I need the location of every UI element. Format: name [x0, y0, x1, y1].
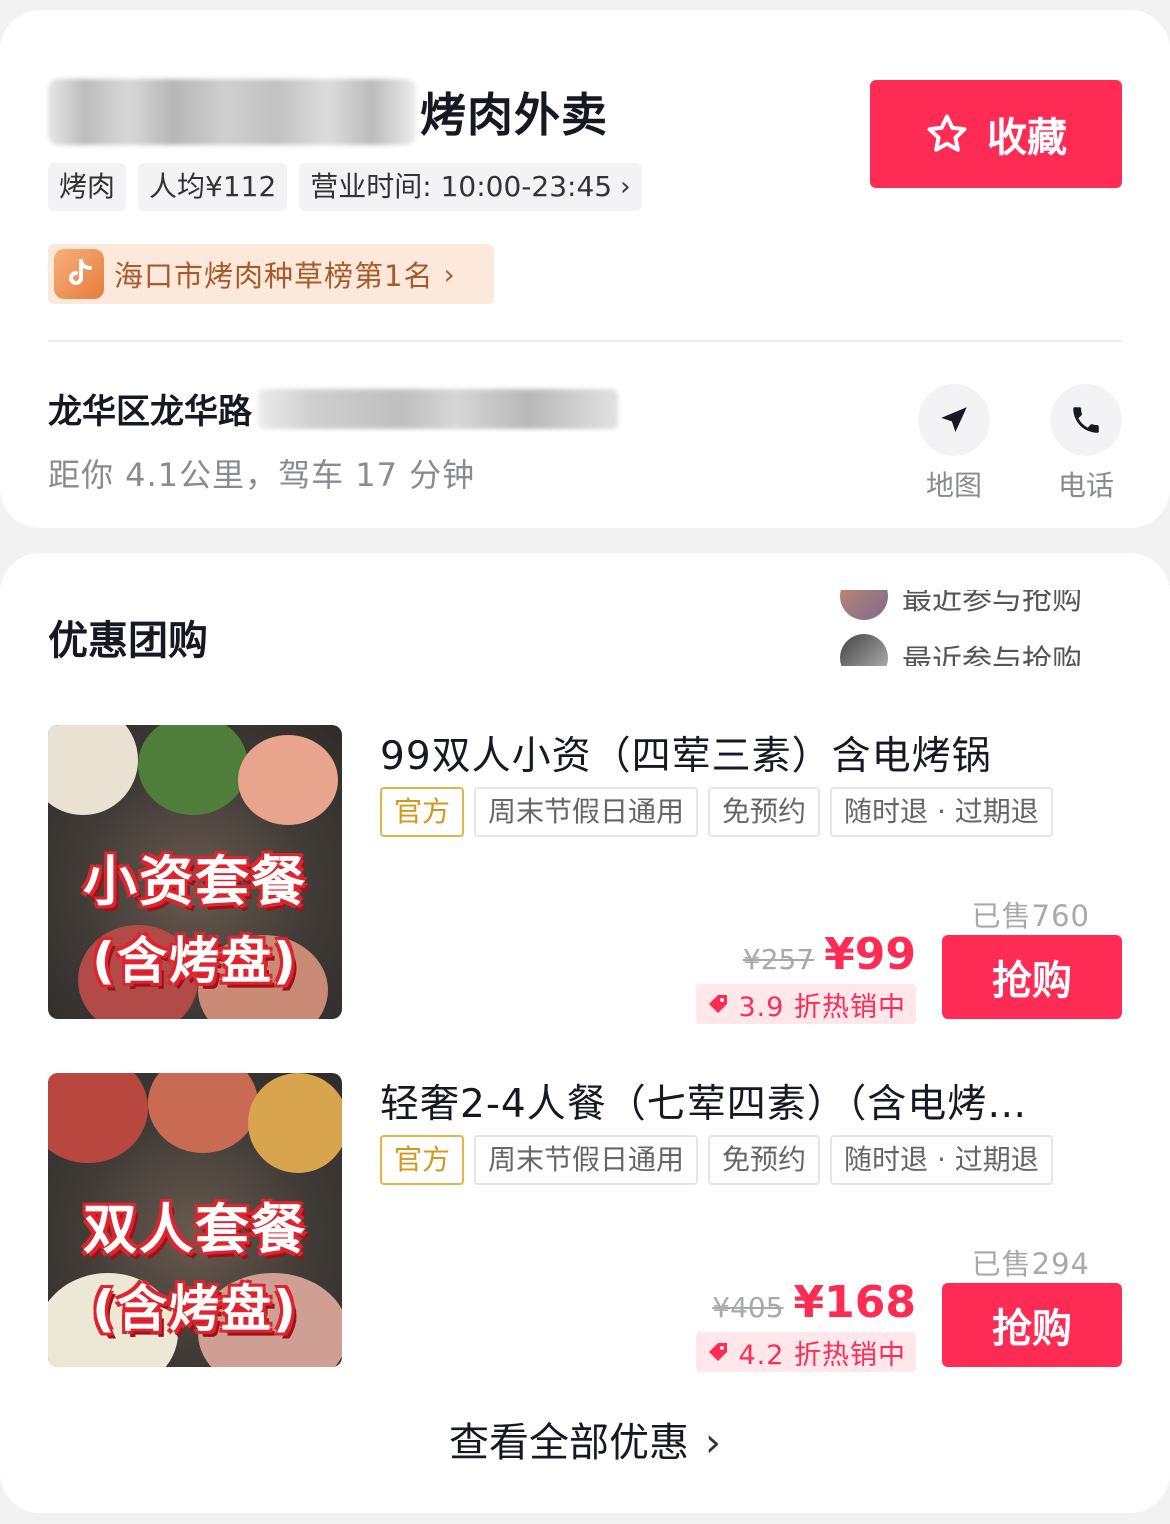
- discount-badge: 3.9 折热销中: [696, 984, 916, 1024]
- phone-label: 电话: [1057, 469, 1114, 502]
- chevron-right-icon: ›: [705, 1420, 721, 1466]
- sold-count: 已售294: [971, 1247, 1090, 1281]
- original-price: ¥257: [742, 943, 815, 976]
- original-price: ¥405: [712, 1291, 784, 1324]
- shop-tags: 烤肉 人均¥112 营业时间: 10:00-23:45 ›: [48, 163, 642, 211]
- navigation-arrow-icon: [918, 384, 990, 456]
- douyin-logo-icon: [54, 249, 104, 299]
- buy-button[interactable]: 抢购: [942, 1283, 1122, 1367]
- price-tag-icon: [709, 1343, 728, 1361]
- opening-hours-label: 营业时间: 10:00-23:45: [310, 170, 613, 203]
- blurred-shop-name: [48, 79, 416, 145]
- official-tag: 官方: [380, 787, 465, 837]
- category-tag-label: 烤肉: [59, 170, 116, 203]
- deal-tag: 周末节假日通用: [474, 787, 699, 837]
- deal-image-title: 小资套餐: [83, 850, 307, 913]
- avatar: [840, 590, 888, 620]
- current-price: ¥168: [793, 1277, 916, 1328]
- ticker-item: 最近参与抢购: [840, 590, 1082, 620]
- favorite-label: 收藏: [987, 115, 1067, 161]
- favorite-button[interactable]: 收藏: [870, 80, 1122, 188]
- deal-tags: 官方 周末节假日通用 免预约 随时退 · 过期退: [380, 787, 1053, 837]
- deal-name: 轻奢2-4人餐（七荤四素）（含电烤…: [380, 1082, 1028, 1127]
- star-icon: [927, 114, 967, 152]
- chevron-right-icon: ›: [620, 172, 631, 202]
- phone-button[interactable]: 电话: [1050, 384, 1122, 504]
- rank-text: 海口市烤肉种草榜第1名: [114, 259, 434, 293]
- buy-button[interactable]: 抢购: [942, 935, 1122, 1019]
- deals-card: [0, 553, 1170, 1513]
- divider: [48, 340, 1122, 342]
- price-block: ¥405 ¥168 4.2 折热销中: [696, 1277, 916, 1372]
- opening-hours-tag[interactable]: 营业时间: 10:00-23:45 ›: [299, 163, 642, 211]
- ticker-text: 最近参与抢购: [902, 590, 1082, 617]
- deal-tag: 免预约: [708, 787, 821, 837]
- sold-count: 已售760: [971, 899, 1090, 933]
- view-all-label: 查看全部优惠: [449, 1420, 689, 1466]
- shop-info-card: 烤肉外卖 烤肉 人均¥112 营业时间: 10:00-23:45 › 海口市烤肉种…: [0, 10, 1170, 528]
- shop-title: 烤肉外卖: [420, 88, 608, 142]
- chevron-right-icon: ›: [443, 257, 455, 291]
- official-tag: 官方: [380, 1135, 465, 1185]
- ticker-text: 最近参与抢购: [902, 644, 1082, 666]
- address-text: 龙华区龙华路: [48, 392, 252, 432]
- category-tag: 烤肉: [48, 163, 127, 211]
- deal-image-title: 双人套餐: [83, 1198, 307, 1261]
- deal-image-subtitle: (含烤盘): [92, 932, 298, 990]
- price-block: ¥257 ¥99 3.9 折热销中: [696, 929, 916, 1024]
- deal-item[interactable]: 双人套餐 (含烤盘) 轻奢2-4人餐（七荤四素）（含电烤… 官方 周末节假日通用…: [48, 1073, 1122, 1372]
- deal-item[interactable]: 小资套餐 (含烤盘) 99双人小资（四荤三素）含电烤锅 官方 周末节假日通用 免…: [48, 725, 1122, 1024]
- deal-image: 小资套餐 (含烤盘): [48, 725, 342, 1019]
- avg-price-label: 人均¥112: [149, 170, 277, 203]
- avatar: [840, 634, 888, 666]
- discount-text: 3.9 折热销中: [738, 991, 906, 1023]
- ticker-item: 最近参与抢购: [840, 634, 1082, 666]
- recent-buyers-ticker: 最近参与抢购 最近参与抢购: [840, 590, 1130, 666]
- blurred-address: [258, 388, 618, 429]
- price-tag-icon: [709, 995, 728, 1013]
- map-label: 地图: [925, 469, 982, 502]
- rank-badge[interactable]: 海口市烤肉种草榜第1名 ›: [48, 244, 494, 304]
- view-all-deals-link[interactable]: 查看全部优惠 ›: [0, 1410, 1170, 1468]
- avg-price-tag: 人均¥112: [138, 163, 288, 211]
- address-row[interactable]: 龙华区龙华路: [48, 384, 618, 433]
- discount-badge: 4.2 折热销中: [696, 1332, 916, 1372]
- deal-tag: 周末节假日通用: [474, 1135, 699, 1185]
- deal-tag: 随时退 · 过期退: [830, 787, 1053, 837]
- discount-text: 4.2 折热销中: [738, 1339, 906, 1371]
- deal-tags: 官方 周末节假日通用 免预约 随时退 · 过期退: [380, 1135, 1053, 1185]
- distance-text: 距你 4.1公里，驾车 17 分钟: [48, 456, 476, 494]
- phone-icon: [1050, 384, 1122, 456]
- deal-tag: 随时退 · 过期退: [830, 1135, 1053, 1185]
- map-button[interactable]: 地图: [918, 384, 990, 504]
- section-title: 优惠团购: [48, 618, 208, 664]
- deal-tag: 免预约: [708, 1135, 821, 1185]
- current-price: ¥99: [824, 929, 916, 980]
- deal-name: 99双人小资（四荤三素）含电烤锅: [380, 734, 992, 779]
- shop-title-row: 烤肉外卖: [48, 72, 608, 152]
- deal-image: 双人套餐 (含烤盘): [48, 1073, 342, 1367]
- deal-image-subtitle: (含烤盘): [92, 1280, 298, 1338]
